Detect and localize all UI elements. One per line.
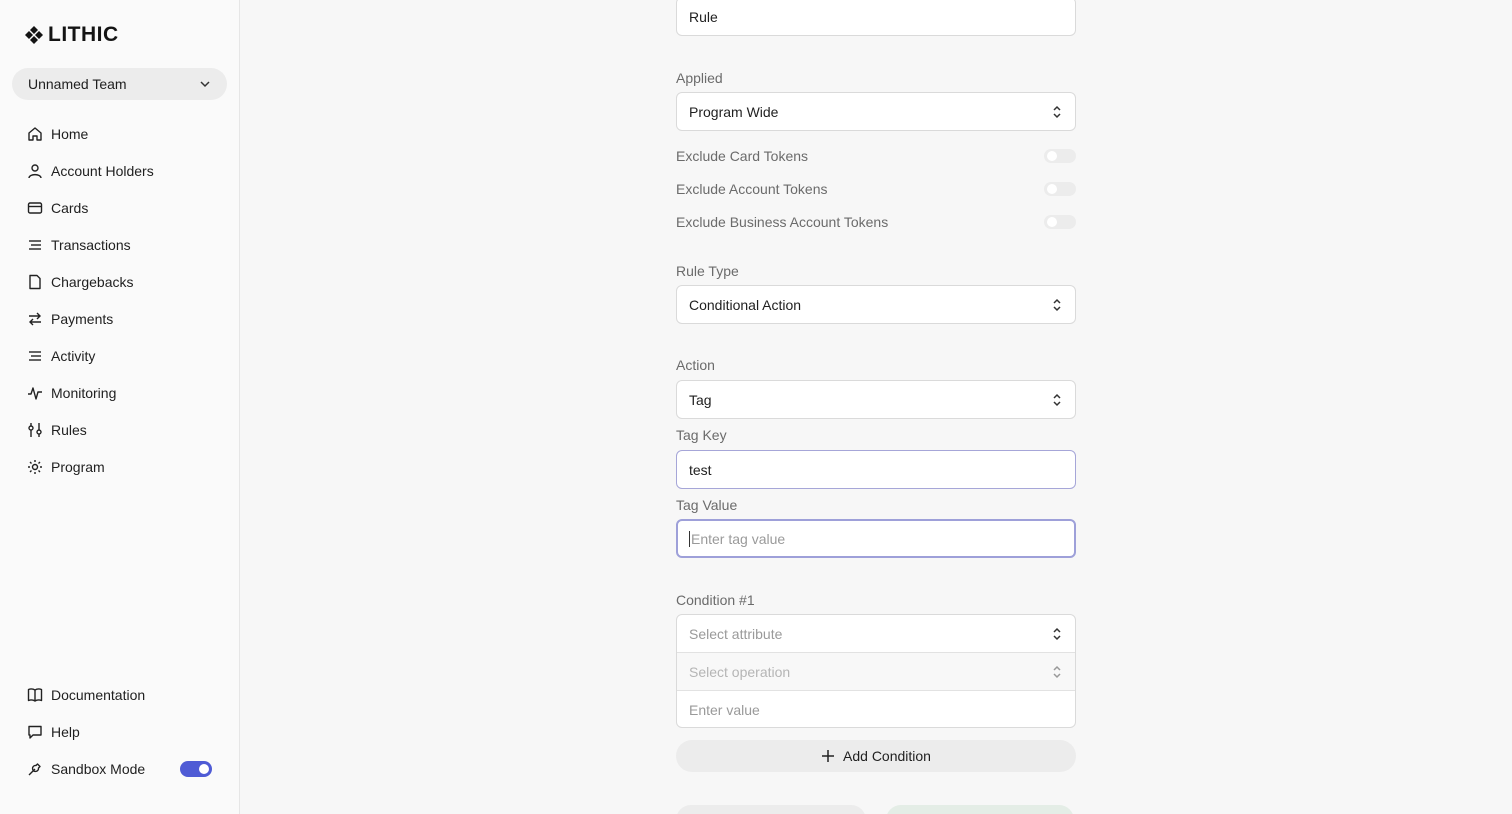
rule-type-value: Conditional Action: [689, 296, 802, 313]
text-cursor: [689, 530, 690, 547]
cancel-button[interactable]: [676, 805, 866, 814]
condition-group: Select attribute Select operation Enter …: [676, 614, 1076, 728]
tag-key-input[interactable]: test: [676, 450, 1076, 489]
gear-icon: [28, 459, 42, 474]
sliders-icon: [28, 422, 42, 437]
applied-value: Program Wide: [689, 103, 779, 120]
tag-key-value: test: [689, 461, 712, 478]
nav-label: Program: [51, 458, 105, 475]
applied-label: Applied: [676, 70, 723, 86]
select-arrows-icon: [1053, 105, 1061, 118]
arrows-icon: [29, 312, 41, 325]
nav-item-payments[interactable]: Payments: [0, 300, 240, 337]
home-icon: [28, 126, 42, 141]
nav-label: Cards: [51, 199, 89, 216]
add-condition-button[interactable]: Add Condition: [676, 740, 1076, 772]
action-value: Tag: [689, 391, 712, 408]
select-arrows-icon: [1053, 665, 1061, 678]
exclude-business-account-tokens-label: Exclude Business Account Tokens: [676, 214, 889, 230]
nav-label: Rules: [51, 421, 87, 438]
nav-item-activity[interactable]: Activity: [0, 337, 240, 374]
applied-select[interactable]: Program Wide: [676, 92, 1076, 131]
condition-value-input[interactable]: Enter value: [677, 691, 1075, 727]
select-arrows-icon: [1053, 627, 1061, 640]
tag-value-placeholder: Enter tag value: [691, 530, 786, 547]
select-arrows-icon: [1053, 393, 1061, 406]
nav-label: Help: [51, 723, 80, 740]
exclude-card-tokens-toggle[interactable]: [1044, 149, 1076, 163]
nav-item-chargebacks[interactable]: Chargebacks: [0, 263, 240, 300]
chevron-down-icon: [200, 81, 210, 88]
secondary-nav: Documentation Help Sandbox Mode: [0, 676, 240, 787]
select-arrows-icon: [1053, 298, 1061, 311]
sidebar: LITHIC Unnamed Team Home Account Holders…: [0, 0, 240, 814]
rule-name-field[interactable]: Rule: [676, 0, 1076, 36]
nav-item-home[interactable]: Home: [0, 115, 240, 152]
nav-label: Sandbox Mode: [51, 760, 146, 777]
nav-label: Monitoring: [51, 384, 117, 401]
wrench-icon: [28, 762, 41, 775]
exclude-business-account-tokens-toggle[interactable]: [1044, 215, 1076, 229]
chat-icon: [28, 725, 42, 739]
list-icon: [29, 350, 41, 361]
tag-value-label: Tag Value: [676, 497, 738, 513]
action-label: Action: [676, 357, 715, 373]
add-condition-label: Add Condition: [843, 748, 931, 764]
operation-select[interactable]: Select operation: [677, 653, 1075, 691]
nav-item-rules[interactable]: Rules: [0, 411, 240, 448]
exclude-account-tokens-row: Exclude Account Tokens: [676, 179, 1076, 199]
file-icon: [29, 274, 41, 289]
sandbox-mode-toggle[interactable]: [180, 760, 212, 777]
condition-value-placeholder: Enter value: [689, 702, 760, 718]
nav-label: Payments: [51, 310, 114, 327]
nav-item-account-holders[interactable]: Account Holders: [0, 152, 240, 189]
team-selector[interactable]: Unnamed Team: [12, 68, 227, 100]
attribute-placeholder: Select attribute: [689, 625, 783, 642]
main-nav: Home Account Holders Cards Transactions …: [0, 115, 240, 485]
nav-item-transactions[interactable]: Transactions: [0, 226, 240, 263]
condition-label: Condition #1: [676, 592, 755, 608]
nav-item-cards[interactable]: Cards: [0, 189, 240, 226]
nav-label: Transactions: [51, 236, 131, 253]
nav-item-sandbox-mode[interactable]: Sandbox Mode: [0, 750, 240, 787]
nav-label: Activity: [51, 347, 96, 364]
book-icon: [27, 687, 43, 702]
tag-key-label: Tag Key: [676, 427, 727, 443]
lithic-logo-icon: [25, 26, 43, 44]
exclude-account-tokens-label: Exclude Account Tokens: [676, 181, 828, 197]
nav-item-help[interactable]: Help: [0, 713, 240, 750]
nav-label: Documentation: [51, 686, 146, 703]
action-select[interactable]: Tag: [676, 380, 1076, 419]
rule-type-select[interactable]: Conditional Action: [676, 285, 1076, 324]
exclude-card-tokens-label: Exclude Card Tokens: [676, 148, 809, 164]
brand-name: LITHIC: [48, 23, 119, 46]
nav-label: Home: [51, 125, 89, 142]
rule-name-value: Rule: [689, 8, 718, 25]
plus-icon: [822, 750, 835, 762]
tag-value-input[interactable]: Enter tag value: [676, 519, 1076, 558]
exclude-account-tokens-toggle[interactable]: [1044, 182, 1076, 196]
nav-label: Chargebacks: [51, 273, 134, 290]
rule-type-label: Rule Type: [676, 263, 739, 279]
nav-item-monitoring[interactable]: Monitoring: [0, 374, 240, 411]
submit-button[interactable]: [886, 805, 1074, 814]
pulse-icon: [28, 386, 42, 400]
team-label: Unnamed Team: [28, 76, 127, 92]
nav-label: Account Holders: [51, 162, 154, 179]
attribute-select[interactable]: Select attribute: [677, 615, 1075, 653]
exclude-card-tokens-row: Exclude Card Tokens: [676, 146, 1076, 166]
nav-item-documentation[interactable]: Documentation: [0, 676, 240, 713]
list-icon: [29, 239, 41, 250]
card-icon: [27, 201, 43, 214]
exclude-business-account-tokens-row: Exclude Business Account Tokens: [676, 212, 1076, 232]
operation-placeholder: Select operation: [689, 663, 791, 680]
nav-item-program[interactable]: Program: [0, 448, 240, 485]
logo[interactable]: LITHIC: [24, 23, 119, 46]
user-icon: [28, 163, 42, 178]
